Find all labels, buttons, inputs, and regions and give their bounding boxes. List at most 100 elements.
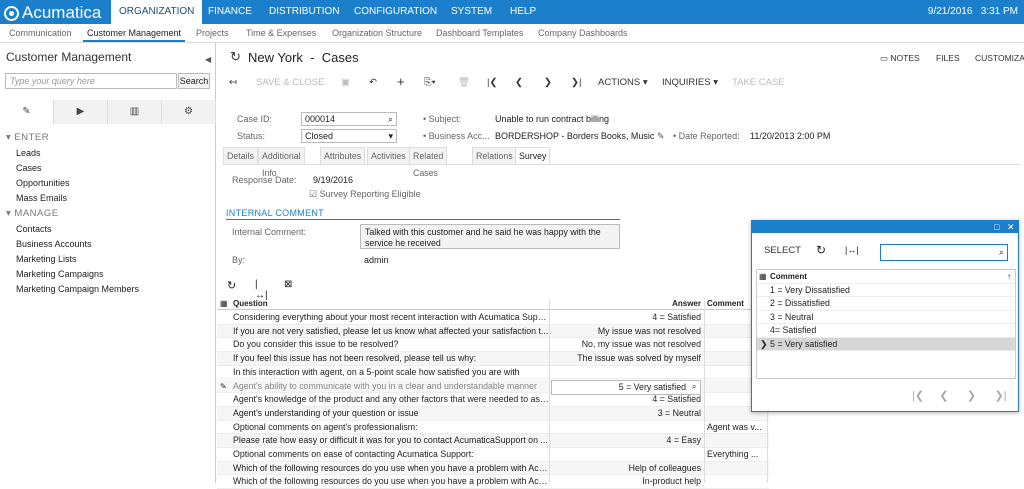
list-item[interactable]: ❯ 5 = Very satisfied [757,337,1015,351]
nav-finance[interactable]: FINANCE [200,0,260,24]
table-row[interactable]: Agent's understanding of your question o… [217,406,769,421]
save-icon[interactable]: ▣ [341,77,350,88]
business-account-field[interactable]: BORDERSHOP - Borders Books, Music [495,131,654,141]
popup-select-button[interactable]: SELECT [764,245,801,256]
answer-cell[interactable]: No, my issue was not resolved [551,338,701,352]
actions-menu[interactable]: ACTIONS ▾ [598,77,648,88]
subnav-dashboard-templates[interactable]: Dashboard Templates [432,24,527,42]
sidebar-search-button[interactable]: Search [178,73,210,89]
sidebar-item-contacts[interactable]: Contacts [16,224,52,234]
refresh-icon[interactable]: ↻ [227,279,236,292]
subnav-time-expenses[interactable]: Time & Expenses [242,24,320,42]
list-item[interactable]: 4= Satisfied [757,324,1015,338]
tab-attributes[interactable]: Attributes [320,147,366,165]
table-row[interactable]: If you are not very satisfied, please le… [217,324,769,339]
tab-activities[interactable]: Activities [367,147,410,165]
nav-help[interactable]: HELP [502,0,544,24]
refresh-icon[interactable]: ↻ [816,243,826,257]
case-id-field[interactable]: 000014 ⌕ [301,112,397,126]
first-record-icon[interactable]: |❮ [487,77,497,88]
nav-configuration[interactable]: CONFIGURATION [346,0,445,24]
last-record-icon[interactable]: ❯| [571,77,581,88]
sidebar-item-business-accounts[interactable]: Business Accounts [16,239,92,249]
sidebar-item-marketing-lists[interactable]: Marketing Lists [16,254,77,264]
table-row[interactable]: Please rate how easy or difficult it was… [217,434,769,448]
table-row[interactable]: Which of the following resources do you … [217,461,769,476]
take-case-button[interactable]: TAKE CASE [732,77,785,88]
subnav-customer-management[interactable]: Customer Management [83,24,186,42]
list-item[interactable]: 3 = Neutral [757,311,1015,324]
table-row[interactable]: Do you consider this issue to be resolve… [217,338,769,353]
sidebar-item-marketing-campaign-members[interactable]: Marketing Campaign Members [16,284,139,294]
column-header-answer[interactable]: Answer [551,298,701,310]
status-select[interactable]: Closed ▾ [301,129,397,143]
answer-cell[interactable]: 4 = Satisfied [551,393,701,407]
table-row[interactable]: Considering everything about your most r… [217,311,769,325]
answer-cell[interactable]: 4 = Satisfied [551,311,701,325]
nav-organization[interactable]: ORGANIZATION [111,0,203,24]
delete-icon[interactable]: 🗑 [458,77,470,88]
maximize-icon[interactable]: □ [994,221,999,233]
nav-system[interactable]: SYSTEM [443,0,500,24]
subject-field[interactable]: Unable to run contract billing [495,114,609,124]
collapse-icon[interactable]: ◀ [205,55,211,64]
previous-page-icon[interactable]: ❮ [939,390,948,402]
answer-cell[interactable]: My issue was not resolved [551,325,701,339]
edit-icon[interactable]: ✎ [657,131,665,142]
tab-relations[interactable]: Relations [472,147,517,165]
customization-button[interactable]: CUSTOMIZAT [975,53,1024,63]
comment-cell[interactable]: Everything ... [707,448,767,462]
subnav-communication[interactable]: Communication [5,24,76,42]
comment-cell[interactable]: Agent was v... [707,421,767,435]
next-page-icon[interactable]: ❯ [967,390,976,402]
sidebar-item-leads[interactable]: Leads [16,148,41,158]
undo-icon[interactable]: ↶ [369,77,377,88]
answer-cell[interactable]: 4 = Easy [551,434,701,448]
section-enter[interactable]: ▾ ENTER [6,132,49,143]
list-item[interactable]: 1 = Very Dissatisfied [757,284,1015,297]
report-icon[interactable]: ▥ [108,100,162,124]
subnav-organization-structure[interactable]: Organization Structure [328,24,426,42]
tab-survey[interactable]: Survey [515,147,551,165]
table-row[interactable]: Agent's ability to communicate with you … [217,379,769,396]
last-page-icon[interactable]: ❯| [994,390,1006,402]
list-item[interactable]: 2 = Dissatisfied [757,297,1015,311]
sidebar-item-mass-emails[interactable]: Mass Emails [16,193,67,203]
close-icon[interactable]: ✕ [1007,221,1015,233]
inquiries-menu[interactable]: INQUIRIES ▾ [662,77,718,88]
table-row[interactable]: Optional comments on agent's professiona… [217,421,769,435]
sidebar-item-opportunities[interactable]: Opportunities [16,178,70,188]
answer-cell[interactable]: In-product help [551,475,701,489]
export-excel-icon[interactable]: ⊠ [284,279,292,290]
tab-related-cases[interactable]: Related Cases [409,147,448,178]
previous-record-icon[interactable]: ❮ [515,77,523,88]
back-icon[interactable]: ↤ [229,77,237,88]
fit-columns-icon[interactable]: |↔| [845,245,859,255]
copy-paste-icon[interactable]: ⎘▾ [424,77,436,88]
column-header-comment[interactable]: Comment [707,298,744,310]
answer-cell[interactable]: 3 = Neutral [551,407,701,421]
refresh-icon[interactable]: ↻ [230,49,241,65]
add-icon[interactable]: + [397,74,405,89]
next-record-icon[interactable]: ❯ [544,77,552,88]
answer-cell[interactable]: The issue was solved by myself [551,352,701,366]
grid-settings-icon[interactable]: ▦ [220,298,228,310]
gear-icon[interactable]: ⚙ [162,100,216,124]
answer-cell[interactable]: Help of colleagues [551,462,701,476]
popup-column-header[interactable]: ▦ Comment ↑ [757,270,1015,284]
popup-search-input[interactable]: ⌕ [880,244,1008,261]
play-icon[interactable]: ▶ [54,100,108,124]
column-header-question[interactable]: Question [233,298,268,310]
sidebar-item-cases[interactable]: Cases [16,163,42,173]
table-row[interactable]: Which of the following resources do you … [217,475,769,489]
sidebar-search-input[interactable]: Type your query here [5,73,177,89]
files-button[interactable]: FILES [936,53,960,63]
table-row[interactable]: In this interaction with agent, on a 5-p… [217,366,769,380]
survey-eligible-checkbox[interactable]: ☑ Survey Reporting Eligible [309,189,421,200]
acumatica-logo[interactable]: Acumatica [4,3,101,23]
subnav-company-dashboards[interactable]: Company Dashboards [534,24,632,42]
save-close-button[interactable]: SAVE & CLOSE [256,77,324,88]
internal-comment-field[interactable]: Talked with this customer and he said he… [360,224,620,249]
table-row[interactable]: Optional comments on ease of contacting … [217,448,769,462]
first-page-icon[interactable]: |❮ [912,390,924,402]
